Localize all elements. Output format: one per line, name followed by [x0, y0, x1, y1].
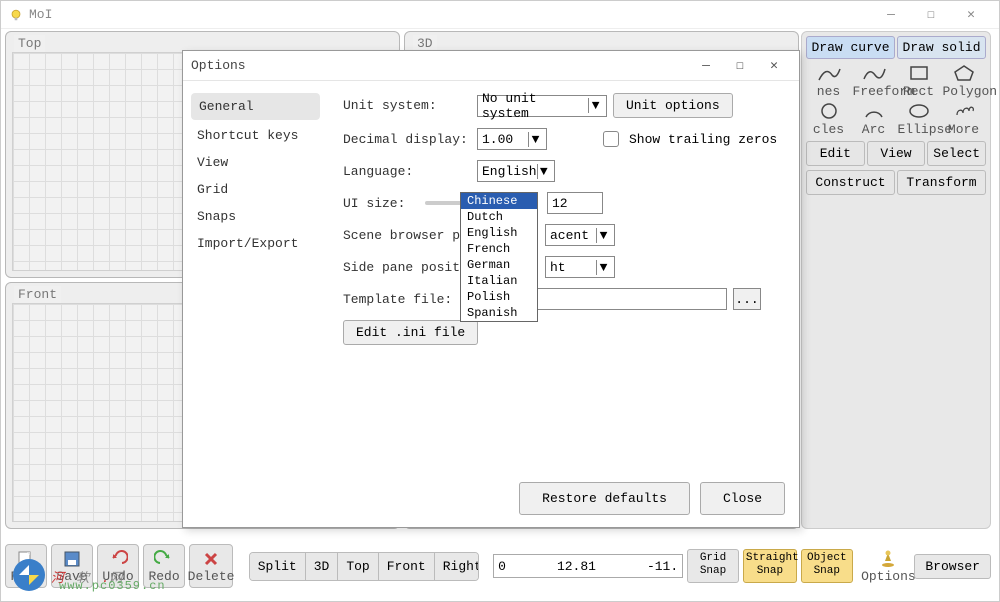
tool-polygon[interactable]: Polygon	[943, 63, 985, 99]
dropdown-icon: ▼	[596, 228, 610, 243]
nav-view[interactable]: View	[183, 149, 328, 176]
unit-system-select[interactable]: No unit system▼	[477, 95, 607, 117]
lang-option-chinese[interactable]: Chinese	[461, 193, 537, 209]
tab-draw-solid[interactable]: Draw solid	[897, 36, 986, 59]
browser-button[interactable]: Browser	[914, 554, 991, 579]
view-split[interactable]: Split	[250, 553, 306, 580]
dialog-title: Options	[191, 58, 689, 73]
view-right[interactable]: Right	[435, 553, 480, 580]
ui-size-input[interactable]	[547, 192, 603, 214]
language-dropdown: Chinese Dutch English French German Ital…	[460, 192, 538, 322]
viewport-label: Top	[14, 35, 45, 52]
unit-system-label: Unit system:	[343, 98, 471, 113]
straight-snap[interactable]: Straight Snap	[743, 549, 797, 583]
side-pane-select[interactable]: ht▼	[545, 256, 615, 278]
watermark: 河 软 .网 www.pc0359.cn	[11, 557, 122, 593]
maximize-button[interactable]: ☐	[911, 2, 951, 28]
lang-option-french[interactable]: French	[461, 241, 537, 257]
dialog-close[interactable]: ✕	[757, 53, 791, 79]
dialog-titlebar: Options — ☐ ✕	[183, 51, 799, 81]
btn-construct[interactable]: Construct	[806, 170, 895, 195]
grid-snap[interactable]: Grid Snap	[687, 549, 739, 583]
btn-view[interactable]: View	[867, 141, 926, 166]
decimal-label: Decimal display:	[343, 132, 471, 147]
lang-option-german[interactable]: German	[461, 257, 537, 273]
minimize-button[interactable]: —	[871, 2, 911, 28]
trailing-zeros-label: Show trailing zeros	[629, 132, 777, 147]
dropdown-icon: ▼	[528, 132, 542, 147]
lang-option-dutch[interactable]: Dutch	[461, 209, 537, 225]
lang-option-polish[interactable]: Polish	[461, 289, 537, 305]
view-top[interactable]: Top	[338, 553, 378, 580]
viewport-label: Front	[14, 286, 61, 303]
view-switcher: Split 3D Top Front Right	[249, 552, 480, 581]
unit-options-button[interactable]: Unit options	[613, 93, 733, 118]
dropdown-icon: ▼	[537, 164, 550, 179]
options-button[interactable]: Options	[866, 544, 910, 588]
dialog-content: Unit system: No unit system▼ Unit option…	[329, 81, 799, 479]
tool-circles[interactable]: cles	[808, 101, 850, 137]
dialog-nav: General Shortcut keys View Grid Snaps Im…	[183, 81, 329, 479]
main-titlebar: MoI — ☐ ✕	[1, 1, 999, 29]
dialog-maximize[interactable]: ☐	[723, 53, 757, 79]
nav-shortcuts[interactable]: Shortcut keys	[183, 122, 328, 149]
window-title: MoI	[29, 7, 871, 22]
lang-option-english[interactable]: English	[461, 225, 537, 241]
nav-grid[interactable]: Grid	[183, 176, 328, 203]
decimal-select[interactable]: 1.00▼	[477, 128, 547, 150]
language-label: Language:	[343, 164, 471, 179]
dropdown-icon: ▼	[596, 260, 610, 275]
view-3d[interactable]: 3D	[306, 553, 339, 580]
dialog-footer: Restore defaults Close	[519, 482, 785, 515]
view-front[interactable]: Front	[379, 553, 435, 580]
window-controls: — ☐ ✕	[871, 2, 991, 28]
tool-freeform[interactable]: Freeform	[853, 63, 895, 99]
btn-select[interactable]: Select	[927, 141, 986, 166]
btn-transform[interactable]: Transform	[897, 170, 986, 195]
restore-defaults-button[interactable]: Restore defaults	[519, 482, 690, 515]
tool-ellipse[interactable]: Ellipse	[898, 101, 940, 137]
trailing-zeros-checkbox[interactable]	[603, 131, 619, 147]
dialog-minimize[interactable]: —	[689, 53, 723, 79]
template-label: Template file:	[343, 292, 471, 307]
language-select[interactable]: English▼	[477, 160, 555, 182]
coordinate-display[interactable]: 0 12.81 -11.	[493, 554, 683, 578]
tool-arc[interactable]: Arc	[853, 101, 895, 137]
nav-general[interactable]: General	[191, 93, 320, 120]
delete-button[interactable]: Delete	[189, 544, 233, 588]
tool-rect[interactable]: Rect	[898, 63, 940, 99]
tool-lines[interactable]: nes	[808, 63, 850, 99]
dropdown-icon: ▼	[588, 98, 602, 113]
lang-option-spanish[interactable]: Spanish	[461, 305, 537, 321]
side-panel: Draw curve Draw solid nes Freeform Rect …	[801, 31, 991, 529]
btn-edit[interactable]: Edit	[806, 141, 865, 166]
ui-size-label: UI size:	[343, 196, 413, 211]
nav-snaps[interactable]: Snaps	[183, 203, 328, 230]
edit-ini-button[interactable]: Edit .ini file	[343, 320, 478, 345]
tool-more[interactable]: More	[943, 101, 985, 137]
nav-import-export[interactable]: Import/Export	[183, 230, 328, 257]
tab-draw-curve[interactable]: Draw curve	[806, 36, 895, 59]
app-icon	[9, 8, 23, 22]
object-snap[interactable]: Object Snap	[801, 549, 853, 583]
close-button[interactable]: ✕	[951, 2, 991, 28]
template-browse-button[interactable]: ...	[733, 288, 761, 310]
close-button[interactable]: Close	[700, 482, 785, 515]
lang-option-italian[interactable]: Italian	[461, 273, 537, 289]
scene-browser-select[interactable]: acent▼	[545, 224, 615, 246]
